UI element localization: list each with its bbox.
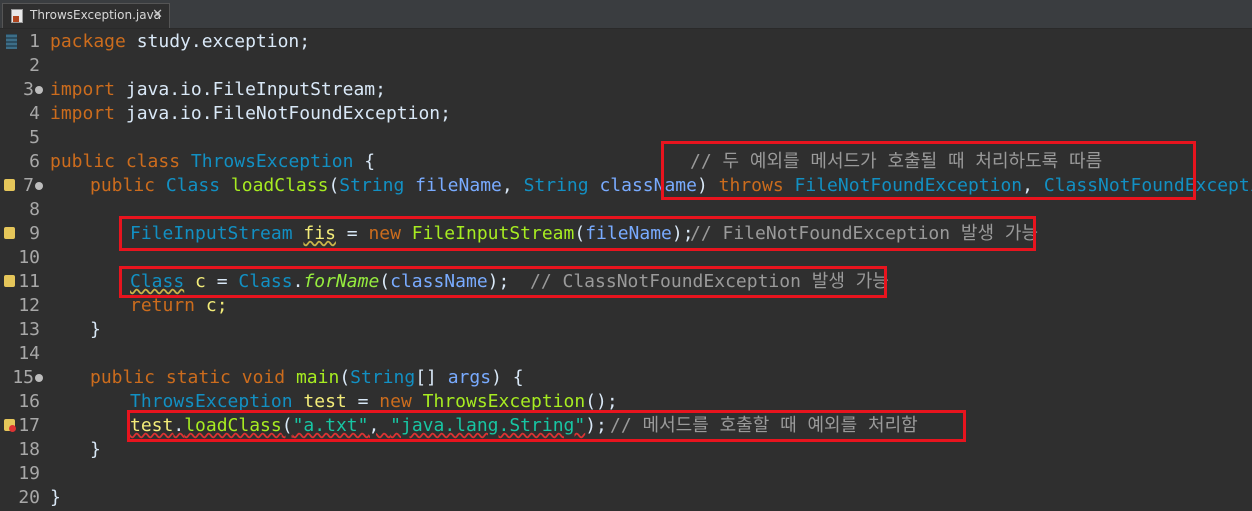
brace: { — [353, 151, 376, 172]
constructor: ThrowsException — [422, 391, 586, 412]
code-line-1[interactable]: 1 package study.exception; — [0, 30, 1252, 54]
line-number: 1 — [29, 31, 40, 52]
line-number: 12 — [18, 295, 40, 316]
keyword: public — [90, 367, 156, 388]
line-number: 17 — [18, 415, 40, 436]
annotation-box-load-class-call — [127, 410, 966, 442]
annotation-box-file-input — [119, 216, 1036, 251]
code-editor[interactable]: 1 package study.exception; 2 3 import ja… — [0, 29, 1252, 511]
keyword: void — [241, 367, 286, 388]
line-number: 11 — [18, 271, 40, 292]
type-name: ThrowsException — [130, 391, 293, 412]
paren: ( — [328, 175, 340, 196]
keyword: public — [50, 151, 116, 172]
paren: ) { — [491, 367, 524, 388]
line-number: 5 — [29, 127, 40, 148]
code-line-2[interactable]: 2 — [0, 54, 1252, 78]
line-number: 8 — [29, 199, 40, 220]
keyword: static — [165, 367, 231, 388]
variable: test — [303, 391, 347, 412]
type-name: Class — [165, 175, 221, 196]
parameter: args — [447, 367, 492, 388]
line-number: 7 — [23, 175, 34, 196]
code-line-20[interactable]: 20 } — [0, 486, 1252, 510]
fold-icon[interactable] — [35, 182, 43, 190]
line-number: 18 — [18, 439, 40, 460]
paren: (); — [585, 391, 618, 412]
line-number: 4 — [29, 103, 40, 124]
editor-tab-bar: ThrowsException.java ✕ — [0, 0, 1252, 29]
keyword: public — [90, 175, 156, 196]
line-number: 13 — [18, 319, 40, 340]
import-path: java.io.FileNotFoundException; — [115, 103, 451, 124]
brace: } — [50, 487, 61, 508]
line-number: 16 — [18, 391, 40, 412]
fold-icon[interactable] — [35, 86, 43, 94]
return-value: c; — [195, 295, 228, 316]
code-line-15[interactable]: 15 public static void main(String[] args… — [0, 366, 1252, 390]
operator: = — [346, 391, 380, 412]
paren: ( — [339, 367, 351, 388]
package-name: study.exception; — [125, 31, 311, 52]
keyword: import — [50, 103, 116, 124]
line-number: 15 — [12, 367, 34, 388]
keyword: import — [50, 79, 116, 100]
code-line-4[interactable]: 4 import java.io.FileNotFoundException; — [0, 102, 1252, 126]
code-line-14[interactable]: 14 — [0, 342, 1252, 366]
method-name: loadClass — [230, 175, 329, 196]
brace: } — [90, 319, 101, 340]
line-number: 2 — [29, 55, 40, 76]
type-name: String — [339, 175, 405, 196]
line-number: 14 — [18, 343, 40, 364]
code-line-13[interactable]: 13 } — [0, 318, 1252, 342]
keyword: return — [130, 295, 196, 316]
keyword: class — [125, 151, 181, 172]
line-number: 19 — [18, 463, 40, 484]
line-number: 9 — [29, 223, 40, 244]
parameter: fileName — [415, 175, 502, 196]
code-line-3[interactable]: 3 import java.io.FileInputStream; — [0, 78, 1252, 102]
close-icon[interactable]: ✕ — [152, 7, 163, 22]
type-name: String — [523, 175, 589, 196]
brace: } — [90, 439, 101, 460]
method-name: main — [295, 367, 340, 388]
line-number: 10 — [18, 247, 40, 268]
code-line-19[interactable]: 19 — [0, 462, 1252, 486]
comma: , — [501, 175, 524, 196]
keyword: new — [379, 391, 412, 412]
java-file-icon — [11, 9, 23, 23]
annotation-box-class-forname — [119, 266, 887, 298]
line-number: 20 — [18, 487, 40, 508]
array-brackets: [] — [415, 367, 448, 388]
import-path: java.io.FileInputStream; — [115, 79, 386, 100]
tab-throws-exception-java[interactable]: ThrowsException.java ✕ — [2, 3, 170, 28]
tab-label: ThrowsException.java — [30, 8, 162, 22]
annotation-box-throws — [661, 141, 1196, 200]
line-number: 6 — [29, 151, 40, 172]
fold-icon[interactable] — [35, 374, 43, 382]
type-name: String — [350, 367, 416, 388]
keyword: package — [50, 31, 126, 52]
line-number: 3 — [23, 79, 34, 100]
class-name: ThrowsException — [190, 151, 354, 172]
